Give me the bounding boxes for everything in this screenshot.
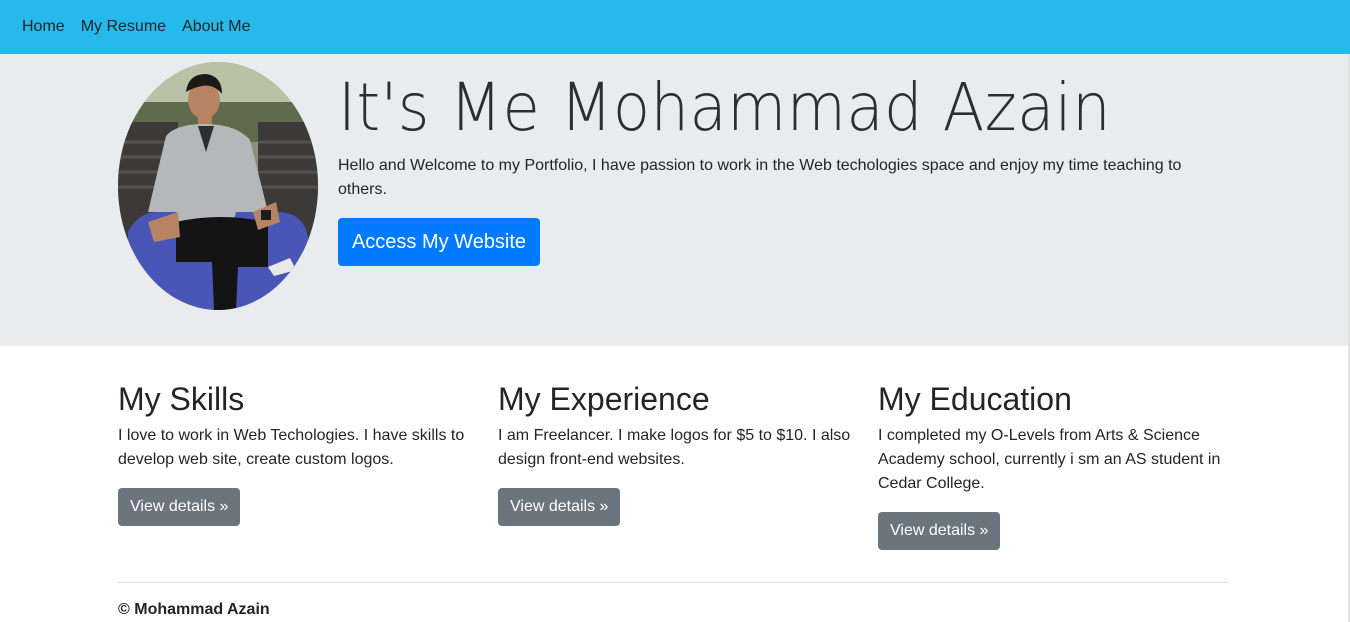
nav-link-about-me[interactable]: About Me — [182, 18, 250, 36]
education-view-details-button[interactable]: View details » — [878, 512, 1001, 550]
education-text: I completed my O-Levels from Arts & Scie… — [878, 427, 1221, 492]
profile-photo-illustration — [118, 62, 318, 310]
education-column: My Education I completed my O-Levels fro… — [878, 378, 1238, 550]
nav-link-home[interactable]: Home — [22, 18, 65, 36]
experience-column: My Experience I am Freelancer. I make lo… — [498, 378, 858, 526]
access-website-button[interactable]: Access My Website — [338, 218, 540, 266]
skills-view-details-button[interactable]: View details » — [118, 488, 241, 526]
profile-avatar — [118, 62, 318, 310]
skills-column: My Skills I love to work in Web Techolog… — [118, 378, 478, 526]
skills-text: I love to work in Web Techologies. I hav… — [118, 427, 465, 468]
skills-heading: My Skills — [118, 381, 245, 417]
footer-copyright: © Mohammad Azain — [118, 601, 270, 618]
education-heading: My Education — [878, 381, 1072, 417]
experience-heading: My Experience — [498, 381, 710, 417]
footer-divider — [118, 582, 1228, 583]
experience-text: I am Freelancer. I make logos for $5 to … — [498, 427, 851, 468]
hero-title: It's Me Mohammad Azain — [338, 69, 1112, 146]
top-navbar: Home My Resume About Me — [0, 0, 1350, 54]
hero-intro-text: Hello and Welcome to my Portfolio, I hav… — [338, 157, 1182, 198]
experience-view-details-button[interactable]: View details » — [498, 488, 621, 526]
nav-link-my-resume[interactable]: My Resume — [81, 18, 166, 36]
